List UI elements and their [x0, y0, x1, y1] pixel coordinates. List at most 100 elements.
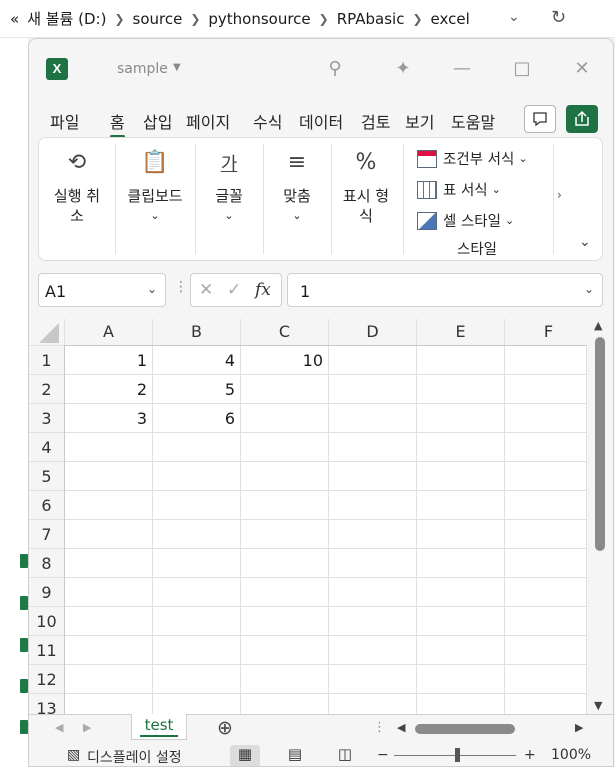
tab-data[interactable]: 데이터 — [299, 109, 343, 133]
breadcrumb-pythonsource[interactable]: pythonsource — [204, 10, 314, 28]
document-title[interactable]: sample — [117, 61, 168, 77]
sheet-prev-icon[interactable]: ◀ — [55, 721, 63, 734]
drag-handle-icon[interactable]: ⋮ — [373, 720, 386, 735]
row-header[interactable]: 11 — [29, 635, 64, 664]
add-sheet-icon[interactable]: ⊕ — [217, 717, 233, 739]
refresh-icon[interactable]: ↻ — [551, 7, 566, 28]
tab-review[interactable]: 검토 — [361, 109, 390, 133]
breadcrumb-excel[interactable]: excel — [427, 10, 474, 28]
formula-input[interactable]: 1 ⌄ — [287, 273, 603, 307]
maximize-icon[interactable]: □ — [510, 57, 534, 81]
row-header[interactable]: 6 — [29, 490, 64, 519]
row-header[interactable]: 13 — [29, 693, 64, 714]
font-group[interactable]: 가 글꼴 ⌄ — [195, 138, 263, 262]
zoom-slider-knob[interactable] — [455, 748, 460, 762]
name-box[interactable]: A1 ⌄ — [38, 273, 166, 307]
zoom-out-button[interactable]: − — [377, 747, 389, 763]
minimize-icon[interactable]: — — [450, 57, 474, 81]
excel-file-icon[interactable] — [20, 638, 28, 652]
horizontal-scroll-thumb[interactable] — [415, 724, 515, 734]
scroll-down-icon[interactable]: ▼ — [594, 699, 602, 712]
share-button[interactable] — [566, 105, 598, 133]
excel-file-icon[interactable] — [20, 720, 28, 734]
column-header-e[interactable]: E — [416, 319, 504, 345]
page-layout-view-button[interactable]: ▤ — [280, 745, 310, 766]
explorer-address-bar[interactable]: « 새 볼륨 (D:) ❯ source ❯ pythonsource ❯ RP… — [0, 0, 615, 38]
clipboard-group[interactable]: 📋 클립보드 ⌄ — [117, 138, 193, 262]
chevron-right-icon[interactable]: › — [557, 188, 562, 202]
excel-file-icon[interactable] — [20, 554, 28, 568]
search-icon[interactable]: ⚲ — [323, 57, 347, 81]
close-icon[interactable]: ✕ — [570, 57, 594, 81]
chevron-down-icon[interactable]: ⌄ — [584, 282, 594, 296]
tab-insert[interactable]: 삽입 — [143, 109, 172, 133]
display-settings-icon[interactable]: ▧ — [67, 747, 80, 763]
tab-file[interactable]: 파일 — [50, 109, 79, 133]
zoom-in-button[interactable]: + — [524, 747, 536, 763]
display-settings-button[interactable]: 디스플레이 설정 — [87, 747, 182, 766]
ribbon-expand-icon[interactable]: ⌄ — [579, 234, 591, 250]
select-all-button[interactable] — [39, 323, 59, 343]
tab-home[interactable]: 홈 — [110, 109, 125, 138]
cell-a3[interactable]: 3 — [65, 404, 153, 433]
sheet-tab-test[interactable]: test — [131, 714, 187, 740]
zoom-level[interactable]: 100% — [551, 747, 591, 763]
cell-area[interactable]: 1 4 10 2 5 3 6 — [64, 345, 587, 714]
excel-file-icon[interactable] — [20, 596, 28, 610]
tab-view[interactable]: 보기 — [405, 109, 434, 133]
number-format-group[interactable]: % 표시 형 식 — [331, 138, 401, 262]
row-header[interactable]: 10 — [29, 606, 64, 635]
cell-c1[interactable]: 10 — [241, 346, 329, 375]
row-header[interactable]: 9 — [29, 577, 64, 606]
scroll-right-icon[interactable]: ▶ — [575, 721, 583, 734]
row-header[interactable]: 8 — [29, 548, 64, 577]
conditional-format-button[interactable]: 조건부 서식 ⌄ — [417, 148, 528, 169]
row-header[interactable]: 4 — [29, 432, 64, 461]
tab-help[interactable]: 도움말 — [451, 109, 495, 133]
cell-styles-button[interactable]: 셀 스타일 ⌄ — [417, 210, 514, 231]
row-header[interactable]: 7 — [29, 519, 64, 548]
column-header-f[interactable]: F — [504, 319, 587, 345]
breadcrumb-drive[interactable]: 새 볼륨 (D:) — [23, 8, 110, 29]
breadcrumb-source[interactable]: source — [129, 10, 187, 28]
row-header[interactable]: 3 — [29, 403, 64, 432]
row-header[interactable]: 5 — [29, 461, 64, 490]
scroll-left-icon[interactable]: ◀ — [397, 721, 405, 734]
cell-b1[interactable]: 4 — [153, 346, 241, 375]
cell-b3[interactable]: 6 — [153, 404, 241, 433]
drag-handle-icon[interactable]: ⋮ — [174, 279, 188, 295]
row-header[interactable]: 1 — [29, 345, 64, 374]
tab-page-layout[interactable]: 페이지 — [186, 109, 230, 133]
cancel-icon[interactable]: ✕ — [199, 280, 213, 300]
vertical-scrollbar[interactable]: ▲ ▼ — [592, 319, 612, 714]
scroll-up-icon[interactable]: ▲ — [594, 319, 602, 332]
row-header[interactable]: 2 — [29, 374, 64, 403]
excel-file-icon[interactable] — [20, 679, 28, 693]
column-header-d[interactable]: D — [328, 319, 416, 345]
column-header-c[interactable]: C — [240, 319, 328, 345]
chevron-down-icon[interactable]: ▼ — [173, 62, 181, 73]
cell-a2[interactable]: 2 — [65, 375, 153, 404]
row-header[interactable]: 12 — [29, 664, 64, 693]
tab-formulas[interactable]: 수식 — [253, 109, 282, 133]
magic-wand-icon[interactable]: ✦ — [391, 57, 415, 81]
cell-a1[interactable]: 1 — [65, 346, 153, 375]
comment-button[interactable] — [524, 105, 556, 133]
normal-view-button[interactable]: ▦ — [230, 745, 260, 766]
page-break-view-button[interactable]: ◫ — [330, 745, 360, 766]
alignment-group[interactable]: ≡ 맞춤 ⌄ — [263, 138, 331, 262]
chevron-down-icon[interactable]: ⌄ — [508, 9, 520, 25]
column-header-b[interactable]: B — [152, 319, 240, 345]
sheet-next-icon[interactable]: ▶ — [83, 721, 91, 734]
cell-b2[interactable]: 5 — [153, 375, 241, 404]
divider — [403, 144, 404, 254]
enter-icon[interactable]: ✓ — [227, 280, 241, 300]
breadcrumb-overflow[interactable]: « — [6, 10, 23, 28]
column-header-a[interactable]: A — [64, 319, 152, 345]
chevron-down-icon[interactable]: ⌄ — [147, 282, 157, 296]
vertical-scroll-thumb[interactable] — [595, 337, 605, 551]
breadcrumb-rpabasic[interactable]: RPAbasic — [333, 10, 409, 28]
format-table-button[interactable]: 표 서식 ⌄ — [417, 179, 501, 200]
insert-function-button[interactable]: fx — [255, 280, 271, 300]
undo-group[interactable]: ⟲ 실행 취 소 — [39, 138, 115, 262]
